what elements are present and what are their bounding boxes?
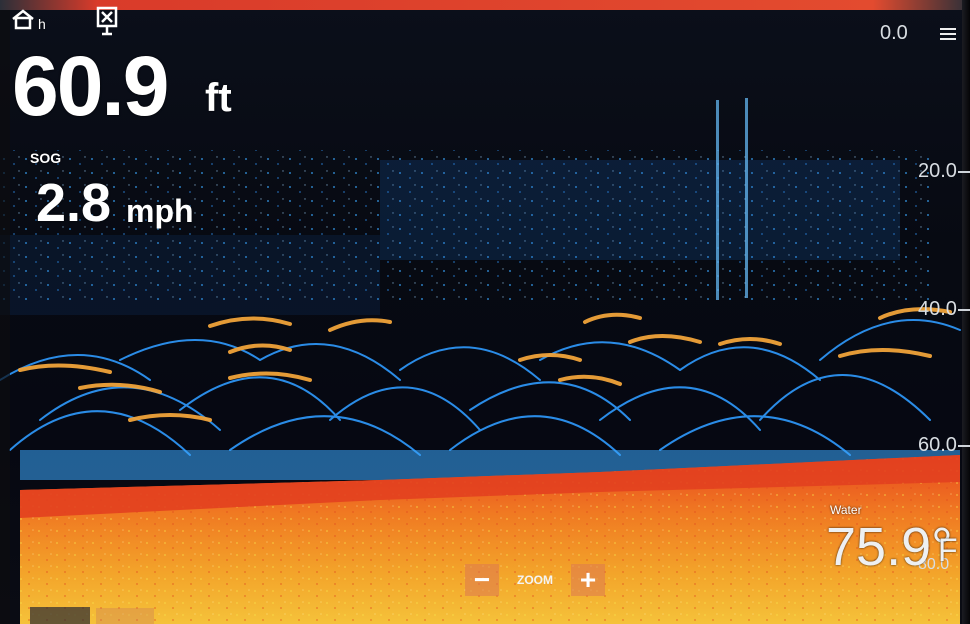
scale-label: 20.0	[918, 160, 957, 182]
zoom-in-button[interactable]: +	[571, 564, 605, 596]
zoom-label: ZOOM	[517, 573, 553, 587]
depth-value: 60.9	[12, 39, 169, 133]
sog-label: SOG	[30, 150, 62, 166]
bottom-toolbar-button[interactable]	[30, 607, 90, 624]
screen-bezel	[962, 0, 970, 624]
scale-tick	[958, 445, 970, 447]
scale-label: 0.0	[880, 22, 908, 44]
menu-icon[interactable]	[940, 28, 956, 40]
interference-line	[716, 100, 719, 300]
sog-unit: mph	[126, 193, 194, 229]
scale-label: 60.0	[918, 434, 957, 456]
water-label: Water	[830, 503, 862, 517]
top-status-bar	[0, 0, 970, 10]
plankton-cloud	[380, 160, 900, 260]
water-temp-unit: F	[938, 532, 958, 568]
home-label: h	[38, 16, 46, 32]
sonar-screen: h 60.9 ft SOG 2.8 mph 0.0 20.0 40.0 60.0…	[0, 0, 970, 624]
scale-label: 40.0	[918, 298, 957, 320]
zoom-control: − ZOOM +	[465, 563, 605, 597]
home-icon[interactable]	[10, 8, 36, 35]
interference-line	[745, 98, 748, 298]
sog-value: 2.8	[36, 173, 112, 233]
zoom-out-button[interactable]: −	[465, 564, 499, 596]
scale-tick	[958, 171, 970, 173]
waypoint-flag-icon[interactable]	[94, 6, 122, 41]
echo-arches	[0, 307, 961, 456]
bottom-toolbar-tab[interactable]	[96, 608, 154, 624]
scale-tick	[958, 309, 970, 311]
water-temp-value: 75.9°	[826, 517, 953, 577]
depth-unit: ft	[205, 76, 232, 120]
